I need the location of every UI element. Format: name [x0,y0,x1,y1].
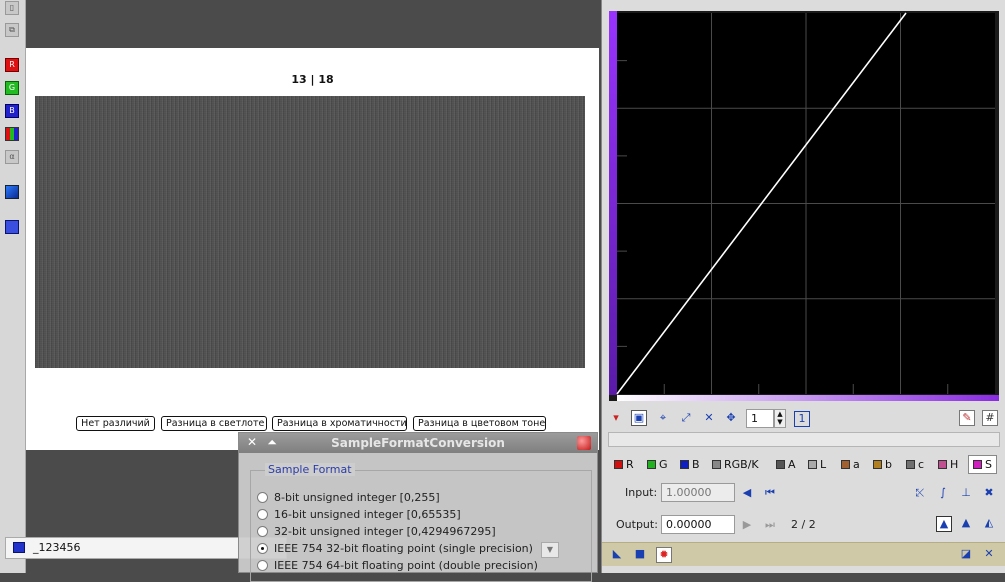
output-label: Output: [616,518,658,531]
point-counter: 2 / 2 [791,518,816,531]
zoom-reset-icon[interactable]: 1 [794,411,810,427]
channel-lab-a-swatch [841,460,850,469]
dropdown-arrow-icon[interactable]: ▼ [541,542,559,558]
apply-global-icon[interactable]: ■ [633,547,647,561]
channel-r-swatch [614,460,623,469]
edit-point-icon[interactable]: ▾ [609,411,623,425]
channel-s-selected[interactable]: S [968,455,997,474]
channel-b-swatch [680,460,689,469]
radio-8bit[interactable] [257,492,268,503]
channel-a-swatch [776,460,785,469]
channel-h-swatch [938,460,947,469]
channel-l-swatch [808,460,817,469]
channel-rgbk-swatch [712,460,721,469]
display-mode-icon[interactable] [5,185,19,199]
zoom-1-icon[interactable]: ✕ [702,411,716,425]
vertical-gradient-bar [609,11,617,395]
curve-graph[interactable] [609,11,999,401]
noise-image [35,96,585,368]
channel-lab-b[interactable]: b [873,458,892,471]
channel-a[interactable]: A [776,458,796,471]
view-name: _123456 [33,541,81,554]
horizontal-gradient-bar [617,395,999,401]
process-bar: ◣ ■ ✹ ◪ ✕ [602,542,1005,566]
image-view: 13 | 18 Нет различий Разница в светлоте … [26,48,599,450]
real-time-preview-icon[interactable]: ✹ [656,547,672,563]
radio-64bit-float[interactable] [257,560,268,571]
input-field[interactable]: 1.00000 [661,483,735,502]
option-8bit[interactable]: 8-bit unsigned integer [0,255] [257,491,440,504]
channel-b-button[interactable]: B [5,104,19,118]
view-icon[interactable] [5,220,19,234]
no-difference-button[interactable]: Нет различий [76,416,155,431]
radio-32bit-float[interactable] [257,543,268,554]
process-icon[interactable] [577,436,591,450]
option-64bit-float[interactable]: IEEE 754 64-bit floating point (double p… [257,559,538,572]
new-instance-icon[interactable]: ◣ [610,547,624,561]
curves-panel: ▾ ▣ ⌖ ⤢ ✕ ✥ 1 ▲ ▼ 1 ✎ # R G B RGB/K A L a… [601,0,1005,573]
reset-icon[interactable]: ✕ [982,547,996,561]
channel-r[interactable]: R [614,458,634,471]
channel-l[interactable]: L [808,458,826,471]
output-field[interactable]: 0.00000 [661,515,735,534]
interp-akima-icon[interactable]: ▲ [936,516,952,532]
channel-r-button[interactable]: R [5,58,19,72]
channel-g-swatch [647,460,656,469]
channel-rgbk[interactable]: RGB/K [712,458,759,471]
zoom-spinner[interactable]: ▲ ▼ [774,409,786,428]
option-32bit-float[interactable]: IEEE 754 32-bit floating point (single p… [257,542,533,555]
select-point-icon[interactable]: ▣ [631,410,647,426]
channel-b[interactable]: B [680,458,700,471]
radio-16bit[interactable] [257,509,268,520]
left-toolbar: ▯ ⧉ R G B α [0,0,26,573]
grid-toggle-icon[interactable]: # [982,410,998,426]
mirror-curve-icon[interactable]: ∫ [936,486,950,500]
prev-point-icon[interactable]: ◀ [740,486,754,500]
option-32bit-int[interactable]: 32-bit unsigned integer [0,4294967295] [257,525,496,538]
hue-difference-button[interactable]: Разница в цветовом тоне [413,416,546,431]
lightness-difference-button[interactable]: Разница в светлоте [161,416,267,431]
view-icon [13,542,25,553]
channel-h[interactable]: H [938,458,958,471]
channel-c-swatch [906,460,915,469]
interp-linear-icon[interactable]: ◭ [982,516,996,530]
browse-doc-icon[interactable]: ◪ [959,547,973,561]
curve-info-strip [608,432,1000,447]
channel-c[interactable]: c [906,458,924,471]
mask-icon[interactable]: ▯ [5,1,19,15]
first-point-icon[interactable]: ⏮ [763,486,777,500]
invert-curve-icon[interactable]: ⤪ [913,486,927,500]
interp-cubic-icon[interactable]: ▲ [959,516,973,530]
copy-icon[interactable]: ⧉ [5,23,19,37]
dialog-titlebar[interactable]: ✕ ⏶ SampleFormatConversion [239,433,597,453]
channel-lab-a[interactable]: a [841,458,860,471]
input-label: Input: [625,486,658,499]
rgb-channel-icon[interactable] [5,127,19,141]
radio-32bit-int[interactable] [257,526,268,537]
zoom-field[interactable]: 1 [746,409,774,428]
delete-curve-icon[interactable]: ✖ [982,486,996,500]
alpha-channel-icon[interactable]: α [5,150,19,164]
channel-g-button[interactable]: G [5,81,19,95]
zoom-fit-icon[interactable]: ⤢ [679,411,693,425]
group-label: Sample Format [265,463,355,476]
pan-icon[interactable]: ✥ [724,411,738,425]
channel-lab-b-swatch [873,460,882,469]
next-point-icon[interactable]: ▶ [740,518,754,532]
dialog-title: SampleFormatConversion [331,436,505,450]
reset-curve-icon[interactable]: ⊥ [959,486,973,500]
chroma-difference-button[interactable]: Разница в хроматичности [272,416,407,431]
sample-format-dialog: ✕ ⏶ SampleFormatConversion Sample Format… [238,432,598,582]
delete-point-icon[interactable]: ⌖ [656,411,670,425]
last-point-icon[interactable]: ⏭ [763,518,777,532]
channel-s-swatch [973,460,982,469]
channel-g[interactable]: G [647,458,668,471]
image-title: 13 | 18 [291,73,334,86]
option-16bit[interactable]: 16-bit unsigned integer [0,65535] [257,508,461,521]
pencil-icon[interactable]: ✎ [959,410,975,426]
